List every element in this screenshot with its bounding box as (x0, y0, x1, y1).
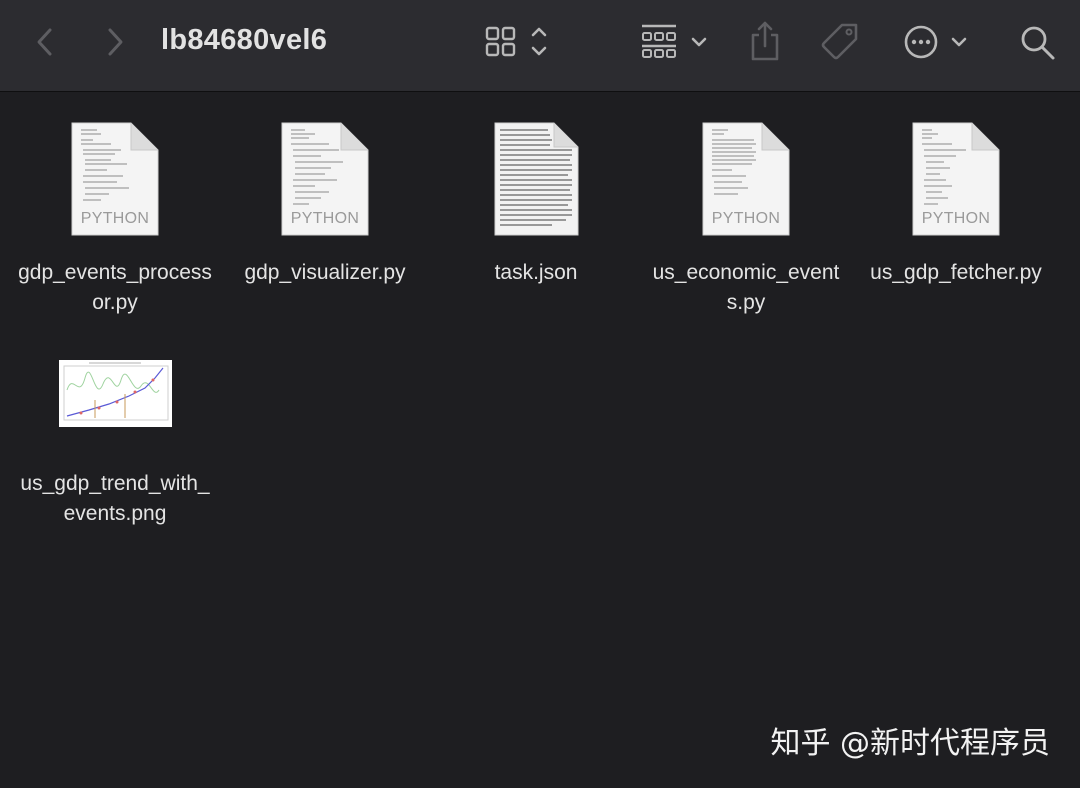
view-mode-button[interactable] (484, 24, 554, 60)
file-kind-label: PYTHON (711, 210, 781, 227)
chevron-left-icon (37, 28, 52, 56)
python-file-icon: PYTHON (912, 122, 1000, 236)
grid-view-icon (485, 26, 547, 57)
share-icon (751, 21, 779, 61)
file-name: us_economic_events.py (652, 261, 840, 314)
file-item[interactable]: task.json (436, 122, 636, 288)
file-item[interactable]: PYTHON us_economic_events.py (646, 122, 846, 318)
file-kind-label: PYTHON (80, 210, 150, 227)
python-file-icon: PYTHON (281, 122, 369, 236)
file-name: gdp_events_processor.py (18, 261, 212, 314)
python-file-icon: PYTHON (702, 122, 790, 236)
share-button[interactable] (748, 20, 782, 62)
tag-icon (821, 23, 858, 60)
tag-button[interactable] (820, 22, 860, 62)
group-by-button[interactable] (640, 22, 712, 62)
file-kind-label: PYTHON (290, 210, 360, 227)
back-button[interactable] (30, 24, 60, 60)
chart-preview-icon (63, 362, 168, 421)
file-name: us_gdp_trend_with_events.png (20, 472, 210, 525)
forward-button[interactable] (100, 24, 130, 60)
search-icon (1021, 26, 1055, 60)
file-kind-label: PYTHON (921, 210, 991, 227)
file-item[interactable]: us_gdp_trend_with_events.png (15, 360, 215, 529)
file-item[interactable]: PYTHON gdp_visualizer.py (225, 122, 425, 288)
finder-toolbar: lb84680vel6 (0, 0, 1080, 92)
window-title: lb84680vel6 (161, 24, 328, 56)
search-button[interactable] (1018, 24, 1058, 64)
action-menu-button[interactable] (902, 22, 972, 62)
python-file-icon: PYTHON (71, 122, 159, 236)
file-name: task.json (494, 261, 578, 284)
image-thumbnail (58, 360, 172, 427)
watermark: 知乎 @新时代程序员 (770, 726, 1050, 761)
file-grid: PYTHON gdp_events_processor.py PYTHON gd… (0, 92, 1080, 788)
file-name: us_gdp_fetcher.py (870, 261, 1042, 284)
file-item[interactable]: PYTHON gdp_events_processor.py (15, 122, 215, 318)
chevron-right-icon (108, 28, 123, 56)
json-file-icon (492, 122, 580, 236)
group-by-icon (642, 24, 707, 58)
file-name: gdp_visualizer.py (244, 261, 406, 284)
more-actions-icon (904, 25, 967, 59)
file-item[interactable]: PYTHON us_gdp_fetcher.py (856, 122, 1056, 288)
